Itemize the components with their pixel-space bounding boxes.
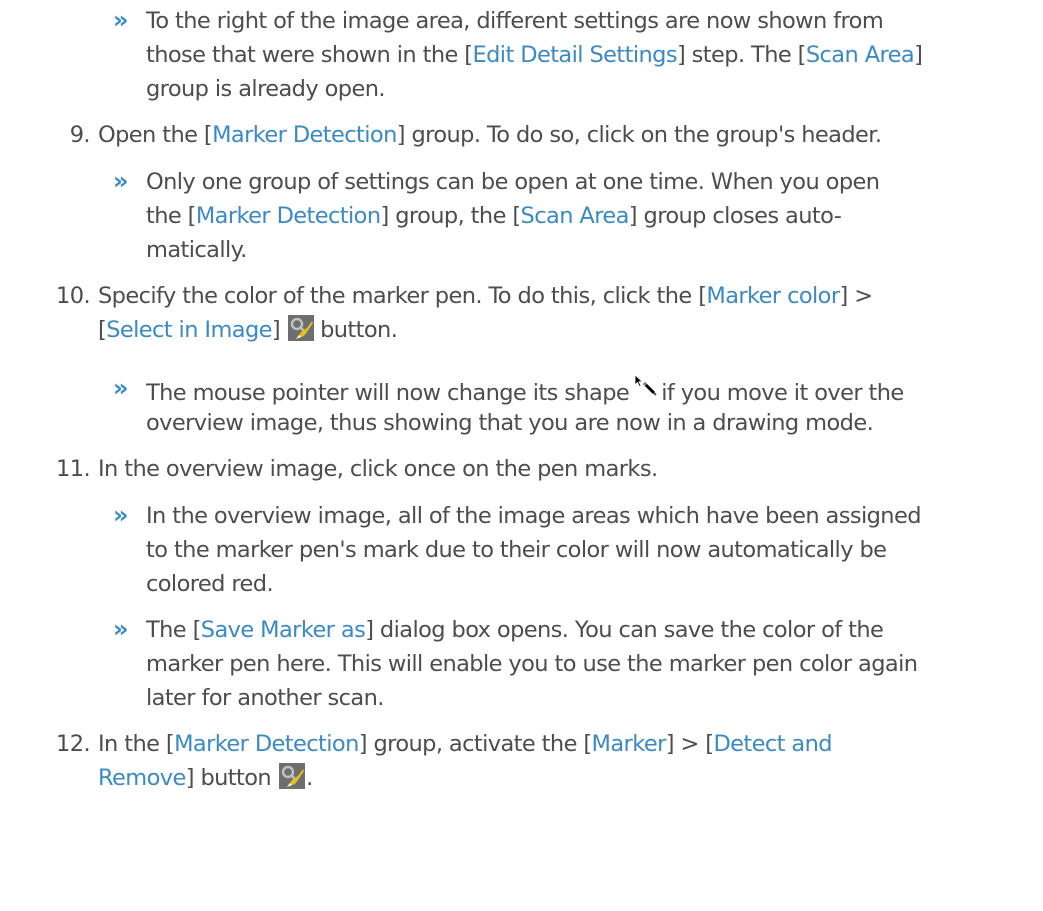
ref-marker-detection: Marker Detection — [212, 122, 397, 148]
step-number: 11. — [56, 456, 91, 482]
eyedropper-icon — [288, 315, 315, 351]
result-marker: » — [113, 6, 129, 34]
step-text: [Select in Image] button. — [98, 313, 398, 351]
step-number: 10. — [56, 283, 91, 309]
ref-edit-detail-settings: Edit Detail Settings — [472, 42, 678, 68]
result-text: later for another scan. — [146, 685, 384, 711]
ref-detect-and-remove: Detect and — [713, 731, 832, 757]
ref-save-marker-as: Save Marker as — [200, 617, 366, 643]
result-marker: » — [113, 501, 129, 529]
ref-marker: Marker — [591, 731, 667, 757]
result-text: overview image, thus showing that you ar… — [146, 410, 874, 436]
result-text: the [Marker Detection] group, the [Scan … — [146, 203, 842, 229]
step-number: 9. — [69, 122, 91, 148]
result-text: The mouse pointer will now change its sh… — [146, 372, 904, 410]
result-text: The [Save Marker as] dialog box opens. Y… — [146, 617, 884, 643]
result-text: to the marker pen's mark due to their co… — [146, 537, 887, 563]
result-text: Only one group of settings can be open a… — [146, 169, 880, 195]
result-text: In the overview image, all of the image … — [146, 503, 921, 529]
ref-marker-color: Marker color — [706, 283, 840, 309]
result-marker: » — [113, 374, 129, 402]
step-text: Remove] button . — [98, 761, 313, 799]
step-text: In the overview image, click once on the… — [98, 456, 658, 482]
ref-marker-detection: Marker Detection — [195, 203, 381, 229]
result-marker: » — [113, 615, 129, 643]
result-text: colored red. — [146, 571, 274, 597]
step-text: Specify the color of the marker pen. To … — [98, 283, 873, 309]
result-text: matically. — [146, 237, 247, 263]
result-text: To the right of the image area, differen… — [146, 8, 884, 34]
pen-cursor-icon — [633, 372, 657, 406]
ref-scan-area: Scan Area — [520, 203, 630, 229]
result-text: marker pen here. This will enable you to… — [146, 651, 918, 677]
step-text: In the [Marker Detection] group, activat… — [98, 731, 833, 757]
result-text: group is already open. — [146, 76, 386, 102]
step-number: 12. — [56, 731, 91, 757]
result-marker: » — [113, 167, 129, 195]
result-text: those that were shown in the [Edit Detai… — [146, 42, 923, 68]
ref-scan-area: Scan Area — [805, 42, 915, 68]
ref-select-in-image: Select in Image — [106, 317, 272, 343]
ref-detect-and-remove: Remove — [98, 765, 186, 791]
eyedropper-icon — [279, 763, 306, 799]
ref-marker-detection: Marker Detection — [174, 731, 359, 757]
step-text: Open the [Marker Detection] group. To do… — [98, 122, 882, 148]
